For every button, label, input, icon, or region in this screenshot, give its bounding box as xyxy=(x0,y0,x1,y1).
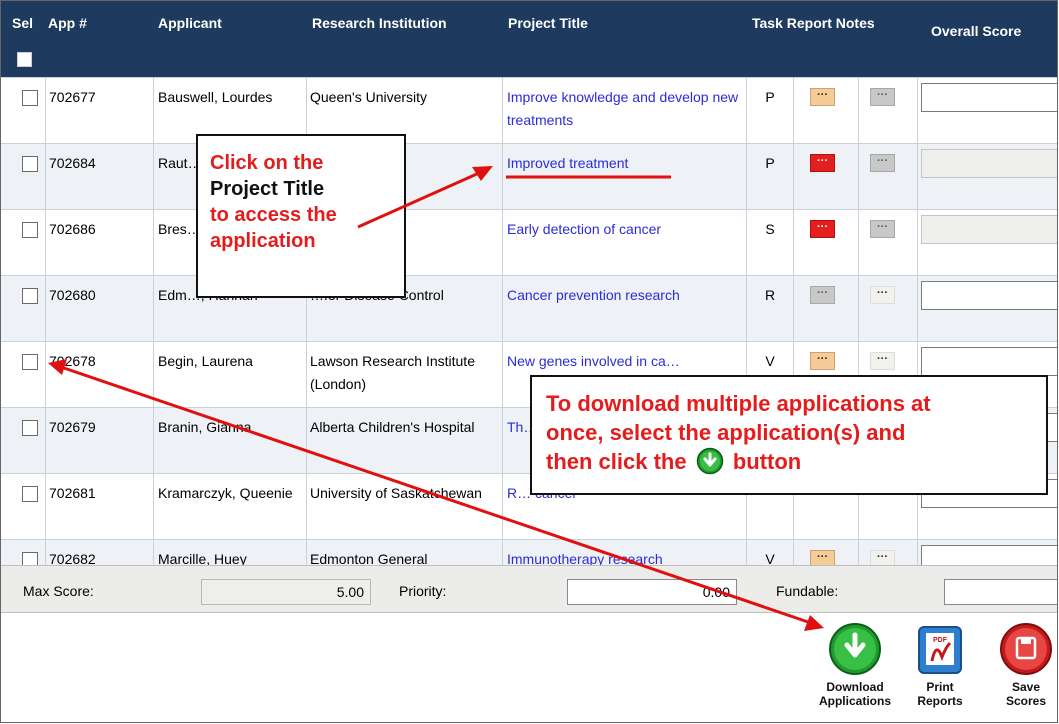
header-task-report-notes: Task Report Notes xyxy=(752,15,875,31)
row-select-checkbox[interactable] xyxy=(22,288,38,304)
app-number: 702677 xyxy=(49,89,96,105)
app-number: 702681 xyxy=(49,485,96,501)
research-institution: Queen's University xyxy=(310,89,428,105)
callout-line: then click the button xyxy=(546,447,1046,476)
project-title-link[interactable]: Cancer prevention research xyxy=(507,284,745,307)
column-divider xyxy=(502,77,503,565)
callout-line: Click on the xyxy=(210,152,324,174)
save-scores-label: Save Scores xyxy=(1005,680,1047,708)
header-overall-score[interactable]: Overall Score xyxy=(931,21,1057,41)
task-code: R xyxy=(764,287,776,303)
print-reports-button[interactable]: PDF Print Reports xyxy=(909,621,971,708)
notes-button[interactable]: ··· xyxy=(870,88,895,106)
table-row: 702686Bres…, Hort……UniversityEarly detec… xyxy=(1,209,1057,275)
report-button[interactable]: ··· xyxy=(810,154,835,172)
callout-line: once, select the application(s) and xyxy=(546,420,906,445)
callout-line: Project Title xyxy=(210,178,325,200)
report-button[interactable]: ··· xyxy=(810,220,835,238)
applicant-name: Begin, Laurena xyxy=(158,353,253,369)
row-select-checkbox[interactable] xyxy=(22,156,38,172)
row-select-checkbox[interactable] xyxy=(22,222,38,238)
table-row: 702680Edm…, Hannah…for Disease ControlCa… xyxy=(1,275,1057,341)
app-number: 702680 xyxy=(49,287,96,303)
app-number: 702678 xyxy=(49,353,96,369)
score-summary-bar: Max Score: 5.00 Priority: 0.00 Fundable: xyxy=(1,565,1057,613)
report-button[interactable]: ··· xyxy=(810,286,835,304)
project-title-link[interactable]: Improved treatment xyxy=(507,152,745,175)
report-button[interactable]: ··· xyxy=(810,352,835,370)
download-applications-button[interactable]: Download Applications xyxy=(807,621,903,708)
download-icon xyxy=(829,623,881,675)
callout-text: button xyxy=(732,449,802,474)
research-institution: Alberta Children's Hospital xyxy=(310,419,475,435)
app-number: 702684 xyxy=(49,155,96,171)
header-research-institution[interactable]: Research Institution xyxy=(312,15,447,31)
report-button[interactable]: ··· xyxy=(810,88,835,106)
fundable-label: Fundable: xyxy=(776,583,839,599)
table-row: 702677 Bauswell, Lourdes Queen's Universit… xyxy=(1,77,1057,143)
application-review-panel: Sel App # Applicant Research Institution… xyxy=(0,0,1058,723)
overall-score-input xyxy=(921,215,1057,244)
applicant-name: Branin, Gianna xyxy=(158,419,252,435)
research-institution: Lawson Research Institute (London) xyxy=(310,353,475,392)
max-score-field: 5.00 xyxy=(201,579,371,605)
overall-score-input[interactable] xyxy=(921,347,1057,376)
callout-line: To download multiple applications at xyxy=(546,391,931,416)
fundable-field[interactable] xyxy=(944,579,1057,605)
row-select-checkbox[interactable] xyxy=(22,90,38,106)
download-icon xyxy=(696,447,723,475)
download-applications-label: Download Applications xyxy=(818,680,891,708)
callout-line: to access the xyxy=(210,204,337,226)
callout-line: application xyxy=(210,230,316,252)
project-title-link[interactable]: Improve knowledge and develop new treatm… xyxy=(507,86,745,132)
table-row: 702682 Marcille, Huey Edmonton General Immu… xyxy=(1,539,1057,574)
pdf-badge-text: PDF xyxy=(933,637,948,644)
project-title-callout: Click on the Project Title to access the… xyxy=(196,134,406,298)
app-number: 702679 xyxy=(49,419,96,435)
applicant-name: Kramarczyk, Queenie xyxy=(158,485,293,501)
table-header: Sel App # Applicant Research Institution… xyxy=(1,1,1057,77)
save-scores-button[interactable]: Save Scores xyxy=(993,621,1057,708)
column-divider xyxy=(45,77,46,565)
overall-score-input xyxy=(921,149,1057,178)
app-number: 702686 xyxy=(49,221,96,237)
notes-button[interactable]: ··· xyxy=(870,154,895,172)
pdf-icon: PDF xyxy=(918,626,962,674)
task-code: V xyxy=(765,353,775,369)
notes-button[interactable]: ··· xyxy=(870,286,895,304)
select-all-checkbox[interactable] xyxy=(17,52,32,67)
project-title-link[interactable]: Early detection of cancer xyxy=(507,218,745,241)
max-score-label: Max Score: xyxy=(23,583,94,599)
header-project-title[interactable]: Project Title xyxy=(508,15,588,31)
header-app-number[interactable]: App # xyxy=(48,15,87,31)
task-code: S xyxy=(765,221,775,237)
row-select-checkbox[interactable] xyxy=(22,354,38,370)
priority-label: Priority: xyxy=(399,583,447,599)
row-select-checkbox[interactable] xyxy=(22,420,38,436)
header-sel: Sel xyxy=(12,15,34,31)
download-multiple-callout: To download multiple applications at onc… xyxy=(530,375,1048,495)
print-reports-label: Print Reports xyxy=(917,680,963,708)
task-code: P xyxy=(765,89,775,105)
save-icon xyxy=(1000,623,1052,675)
column-divider xyxy=(153,77,154,565)
overall-score-input[interactable] xyxy=(921,83,1057,112)
project-title-link[interactable]: New genes involved in ca… xyxy=(507,350,745,373)
applicant-name: Bauswell, Lourdes xyxy=(158,89,273,105)
research-institution: University of Saskatchewan xyxy=(310,485,482,501)
callout-text: then click the xyxy=(546,449,687,474)
priority-field: 0.00 xyxy=(567,579,737,605)
overall-score-input[interactable] xyxy=(921,281,1057,310)
notes-button[interactable]: ··· xyxy=(870,220,895,238)
row-select-checkbox[interactable] xyxy=(22,486,38,502)
header-applicant[interactable]: Applicant xyxy=(158,15,222,31)
notes-button[interactable]: ··· xyxy=(870,352,895,370)
table-row: 702684Raut…, Fran……f WindsorImproved tre… xyxy=(1,143,1057,209)
task-code: P xyxy=(765,155,775,171)
